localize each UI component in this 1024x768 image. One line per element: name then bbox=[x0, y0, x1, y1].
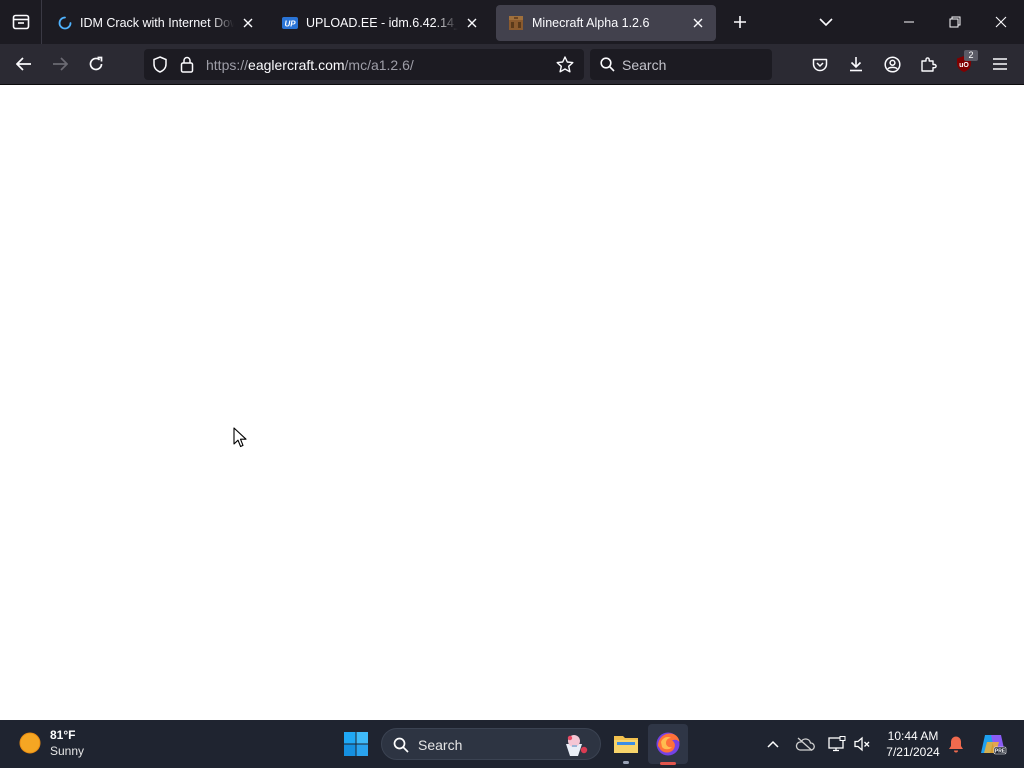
copilot-button[interactable]: PRE bbox=[978, 732, 1008, 756]
clock-date: 7/21/2024 bbox=[886, 745, 940, 759]
list-all-tabs-button[interactable] bbox=[810, 6, 842, 38]
search-bar[interactable]: Search bbox=[590, 49, 772, 80]
extension-badge: 2 bbox=[964, 50, 978, 61]
cloud-offline-icon bbox=[795, 737, 815, 751]
taskbar-file-explorer[interactable] bbox=[610, 728, 642, 764]
uploadee-favicon-icon: UP bbox=[282, 17, 298, 29]
tab-close-button[interactable] bbox=[240, 15, 256, 31]
display-network-icon bbox=[828, 736, 846, 752]
extensions-button[interactable] bbox=[912, 48, 944, 80]
search-icon bbox=[393, 737, 409, 753]
running-indicator bbox=[623, 761, 629, 764]
plus-icon bbox=[734, 16, 746, 28]
show-hidden-icons-button[interactable] bbox=[761, 732, 785, 756]
reload-button[interactable] bbox=[80, 48, 112, 80]
url-path: /mc/a1.2.6/ bbox=[344, 57, 414, 73]
bell-icon bbox=[949, 736, 963, 753]
minecraft-crafting-table-icon bbox=[509, 16, 523, 30]
close-icon bbox=[243, 18, 253, 28]
clock-time: 10:44 AM bbox=[887, 729, 939, 743]
taskbar-search-box[interactable]: Search bbox=[381, 728, 601, 760]
tab-title: IDM Crack with Internet Downlo bbox=[80, 16, 234, 30]
close-icon bbox=[467, 18, 477, 28]
tab-strip: IDM Crack with Internet Downlo UP UPLOAD… bbox=[0, 0, 1024, 44]
tab-close-button[interactable] bbox=[464, 15, 480, 31]
loading-spinner-icon bbox=[58, 16, 72, 30]
start-button[interactable] bbox=[342, 730, 370, 758]
mouse-cursor-icon bbox=[233, 427, 247, 448]
svg-text:uO: uO bbox=[959, 62, 969, 69]
firefox-view-icon bbox=[12, 14, 29, 30]
ublock-origin-button[interactable]: uO 2 bbox=[948, 48, 980, 80]
firefox-icon bbox=[656, 732, 680, 756]
tab-idm-crack[interactable]: IDM Crack with Internet Downlo bbox=[46, 5, 266, 41]
clock[interactable]: 10:44 AM 7/21/2024 bbox=[876, 728, 950, 760]
app-menu-button[interactable] bbox=[984, 48, 1016, 80]
close-icon bbox=[693, 18, 703, 28]
back-arrow-icon bbox=[16, 57, 31, 71]
navigation-toolbar: https://eaglercraft.com/mc/a1.2.6/ Searc… bbox=[0, 44, 1024, 85]
sun-icon bbox=[19, 732, 41, 754]
windows-taskbar: 81°F Sunny Search 10:44 AM 7/21/2024 PRE bbox=[0, 720, 1024, 768]
chevron-down-icon bbox=[819, 17, 833, 26]
tab-close-button[interactable] bbox=[690, 15, 706, 31]
pocket-icon bbox=[812, 58, 828, 71]
svg-text:PRE: PRE bbox=[995, 749, 1006, 755]
puzzle-piece-icon bbox=[920, 56, 937, 72]
notifications-button[interactable] bbox=[944, 732, 968, 756]
minimize-icon bbox=[904, 21, 914, 23]
onedrive-tray-icon-button[interactable] bbox=[793, 732, 817, 756]
page-content[interactable] bbox=[0, 85, 1024, 720]
tab-upload-ee[interactable]: UP UPLOAD.EE - idm.6.42.14_with_ bbox=[270, 5, 490, 41]
taskbar-search-label: Search bbox=[418, 737, 463, 753]
pocket-button[interactable] bbox=[804, 48, 836, 80]
search-placeholder: Search bbox=[622, 57, 667, 73]
restore-button[interactable] bbox=[932, 0, 978, 44]
url-text[interactable]: https://eaglercraft.com/mc/a1.2.6/ bbox=[206, 57, 414, 73]
close-window-button[interactable] bbox=[978, 0, 1024, 44]
chevron-up-icon bbox=[767, 740, 779, 748]
tab-title: Minecraft Alpha 1.2.6 bbox=[532, 16, 650, 30]
url-scheme: https:// bbox=[206, 57, 249, 73]
windows-logo-icon bbox=[344, 732, 368, 756]
active-app-indicator bbox=[660, 762, 676, 765]
hamburger-menu-icon bbox=[993, 58, 1007, 70]
downloads-button[interactable] bbox=[840, 48, 872, 80]
weather-condition: Sunny bbox=[50, 744, 85, 758]
tracking-protection-shield-icon[interactable] bbox=[152, 56, 168, 73]
bookmark-star-icon[interactable] bbox=[556, 56, 574, 73]
lock-icon[interactable] bbox=[180, 56, 194, 73]
volume-tray-button[interactable] bbox=[850, 732, 874, 756]
new-tab-button[interactable] bbox=[722, 4, 758, 40]
forward-arrow-icon bbox=[53, 57, 68, 71]
restore-icon bbox=[949, 16, 961, 28]
speaker-muted-icon bbox=[854, 736, 870, 752]
folder-icon bbox=[614, 736, 638, 753]
forward-button[interactable] bbox=[44, 48, 76, 80]
download-icon bbox=[850, 57, 862, 72]
search-icon bbox=[600, 57, 615, 72]
search-highlight-icon bbox=[566, 735, 588, 756]
taskbar-firefox[interactable] bbox=[648, 724, 688, 765]
svg-text:UP: UP bbox=[284, 20, 296, 29]
network-tray-button[interactable] bbox=[825, 732, 849, 756]
back-button[interactable] bbox=[8, 48, 40, 80]
minimize-button[interactable] bbox=[886, 0, 932, 44]
tab-title: UPLOAD.EE - idm.6.42.14_with_ bbox=[306, 16, 458, 30]
url-bar[interactable]: https://eaglercraft.com/mc/a1.2.6/ bbox=[144, 49, 584, 80]
close-icon bbox=[995, 16, 1007, 28]
firefox-view-button[interactable] bbox=[0, 0, 42, 44]
url-host: eaglercraft.com bbox=[248, 57, 345, 73]
weather-temperature: 81°F bbox=[50, 728, 76, 742]
copilot-icon: PRE bbox=[981, 735, 1007, 755]
weather-widget[interactable]: 81°F Sunny bbox=[18, 728, 84, 758]
account-button[interactable] bbox=[876, 48, 908, 80]
account-icon bbox=[883, 55, 901, 73]
reload-icon bbox=[89, 56, 103, 71]
tab-minecraft-alpha[interactable]: Minecraft Alpha 1.2.6 bbox=[496, 5, 716, 41]
